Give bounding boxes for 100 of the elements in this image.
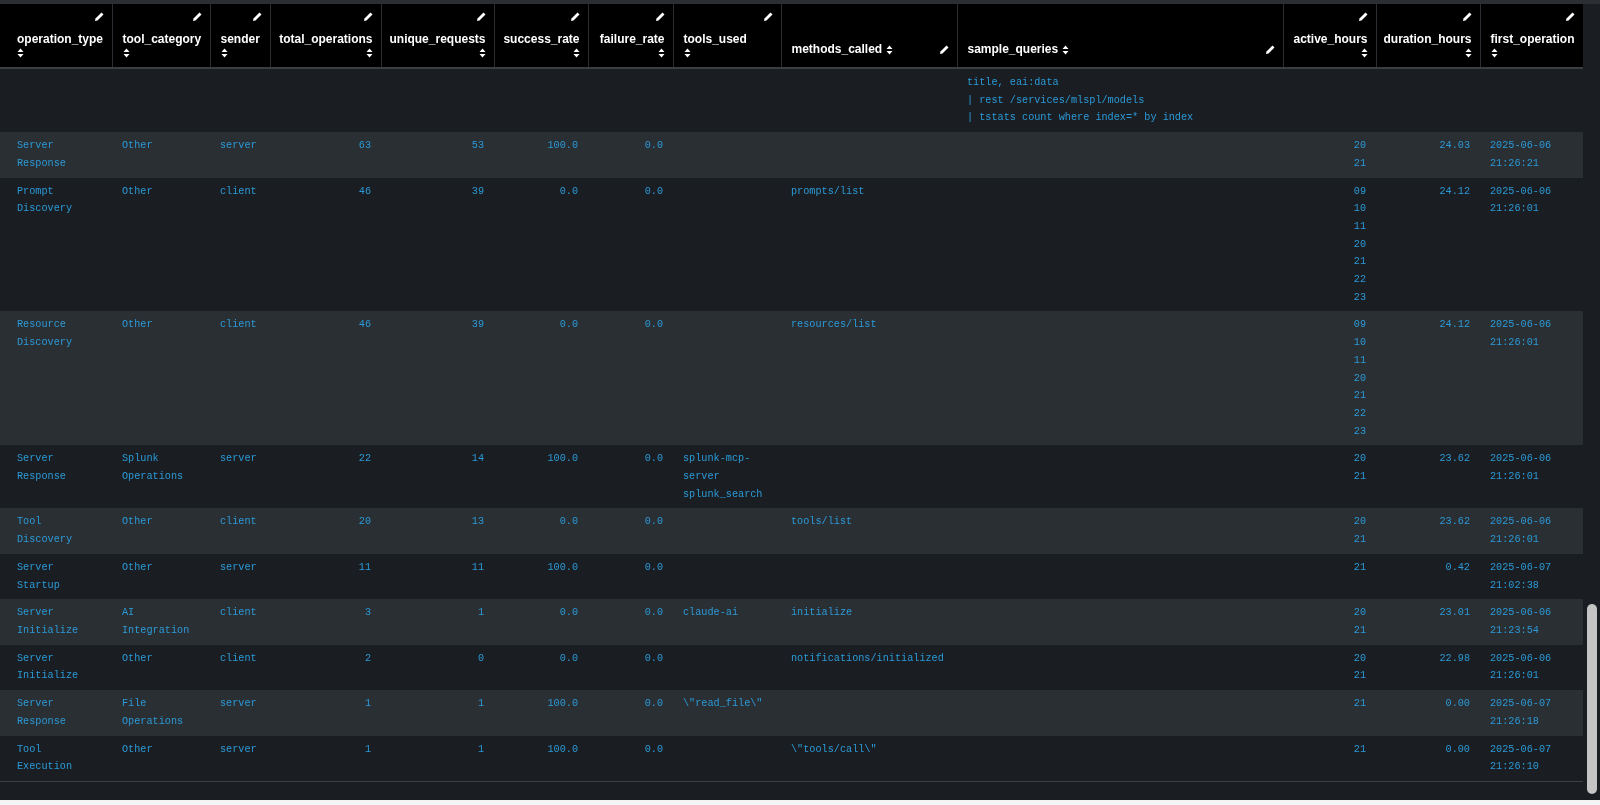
- column-header[interactable]: tool_category: [112, 4, 210, 68]
- sort-icon[interactable]: [657, 48, 665, 58]
- cell-value: 1: [476, 606, 484, 621]
- pencil-icon[interactable]: [762, 12, 773, 22]
- pencil-icon[interactable]: [251, 12, 262, 22]
- cell-value: claude-ai: [683, 606, 740, 621]
- column-header[interactable]: active_hours: [1283, 4, 1376, 68]
- sort-icon[interactable]: [1464, 48, 1472, 58]
- cell-value: 0.0: [643, 560, 663, 575]
- column-label: unique_requests: [389, 31, 486, 48]
- column-header[interactable]: total_operations: [270, 4, 381, 68]
- cell-value: resources/list: [791, 318, 878, 333]
- sort-icon[interactable]: [1490, 48, 1498, 58]
- cell-value: 0.42: [1444, 560, 1470, 575]
- cell-value: 100.0: [546, 452, 578, 467]
- cell-value: 23: [1352, 424, 1366, 439]
- column-header[interactable]: failure_rate: [588, 4, 673, 68]
- column-header[interactable]: duration_hours: [1376, 4, 1480, 68]
- column-header[interactable]: sample_queries: [957, 4, 1283, 68]
- pencil-icon[interactable]: [191, 12, 202, 22]
- column-header[interactable]: methods_called: [781, 4, 957, 68]
- cell-value: Tool Execution: [17, 742, 74, 775]
- pencil-icon[interactable]: [938, 44, 949, 55]
- cell-value: server: [220, 742, 258, 757]
- column-header[interactable]: unique_requests: [381, 4, 494, 68]
- cell-value: 53: [470, 139, 484, 154]
- cell-value: 0.0: [643, 318, 663, 333]
- cell-value: Other: [122, 139, 154, 154]
- cell-value: 21: [1352, 255, 1366, 270]
- pencil-icon[interactable]: [475, 12, 486, 22]
- cell-value: 0.0: [643, 452, 663, 467]
- cell-value: 24.03: [1438, 139, 1470, 154]
- cell-value: 2025-06-07 21:26:10: [1490, 742, 1553, 775]
- cell-value: Other: [122, 560, 154, 575]
- sort-icon[interactable]: [122, 48, 130, 58]
- cell-value: 23.62: [1438, 452, 1470, 467]
- sort-icon[interactable]: [478, 48, 486, 58]
- sort-icon[interactable]: [1360, 48, 1368, 58]
- sort-icon[interactable]: [683, 48, 691, 58]
- cell-value: 11: [1352, 353, 1366, 368]
- column-label: sender: [220, 31, 260, 48]
- pencil-icon[interactable]: [1461, 12, 1472, 22]
- pencil-icon[interactable]: [569, 12, 580, 22]
- column-label: active_hours: [1293, 31, 1368, 48]
- cell-value: 13: [470, 515, 484, 530]
- cell-value: Other: [122, 742, 154, 757]
- cell-value: 2025-06-06 21:26:01: [1490, 184, 1553, 217]
- column-header[interactable]: success_rate: [494, 4, 588, 68]
- cell-value: 20: [1352, 237, 1366, 252]
- cell-value: Other: [122, 184, 154, 199]
- cell-value: Resource Discovery: [17, 318, 74, 351]
- cell-value: 63: [357, 139, 371, 154]
- cell-value: \"read_file\": [683, 697, 764, 712]
- cell-value: initialize: [791, 606, 854, 621]
- cell-value: 0.0: [643, 606, 663, 621]
- pencil-icon[interactable]: [362, 12, 373, 22]
- cell-value: 20: [1352, 651, 1366, 666]
- cell-value: 0.0: [558, 318, 578, 333]
- cell-value: client: [220, 318, 258, 333]
- cell-value: 0.0: [558, 515, 578, 530]
- column-label: operation_type: [17, 31, 103, 48]
- sort-icon[interactable]: [886, 44, 894, 55]
- cell-value: 2025-06-06 21:26:01: [1490, 318, 1553, 351]
- pencil-icon[interactable]: [654, 12, 665, 22]
- cell-value: Server Initialize: [17, 606, 80, 638]
- column-header[interactable]: sender: [210, 4, 270, 68]
- cell-value: 2025-06-06 21:26:01: [1490, 651, 1553, 684]
- cell-value: 1: [363, 742, 371, 757]
- cell-value: 2025-06-07 21:02:38: [1490, 560, 1553, 593]
- pencil-icon[interactable]: [1264, 44, 1275, 55]
- cell-value: client: [220, 184, 258, 199]
- column-header[interactable]: tools_used: [673, 4, 781, 68]
- cell-value: 11: [470, 560, 484, 575]
- cell-value: 22: [1352, 273, 1366, 288]
- pencil-icon[interactable]: [1357, 12, 1368, 22]
- cell-value: server: [220, 452, 258, 467]
- sort-icon[interactable]: [1062, 44, 1070, 55]
- sort-icon[interactable]: [17, 48, 24, 58]
- column-label: tools_used: [683, 31, 747, 48]
- cell-value: 2025-06-06 21:26:01: [1490, 515, 1553, 548]
- sort-icon[interactable]: [572, 48, 580, 58]
- pencil-icon[interactable]: [93, 12, 104, 22]
- cell-value: 21: [1352, 560, 1366, 575]
- cell-value: 46: [357, 318, 371, 333]
- pencil-icon[interactable]: [1564, 12, 1575, 22]
- sort-icon[interactable]: [365, 48, 373, 58]
- cell-value: 23.01: [1438, 606, 1470, 621]
- column-header[interactable]: first_operation: [1480, 4, 1583, 68]
- cell-value: AI Integration: [122, 606, 191, 638]
- cell-value: 100.0: [546, 697, 578, 712]
- cell-value: Server Response: [17, 139, 67, 171]
- scrollbar-thumb[interactable]: [1587, 604, 1597, 794]
- cell-value: splunk_search: [683, 487, 764, 502]
- cell-value: 46: [357, 184, 371, 199]
- cell-value: Server Initialize: [17, 651, 80, 684]
- column-header[interactable]: operation_type: [0, 4, 112, 68]
- cell-value: 09: [1352, 184, 1366, 199]
- sort-icon[interactable]: [220, 48, 228, 58]
- cell-value: 20: [1352, 371, 1366, 386]
- cell-value: 0.0: [558, 606, 578, 621]
